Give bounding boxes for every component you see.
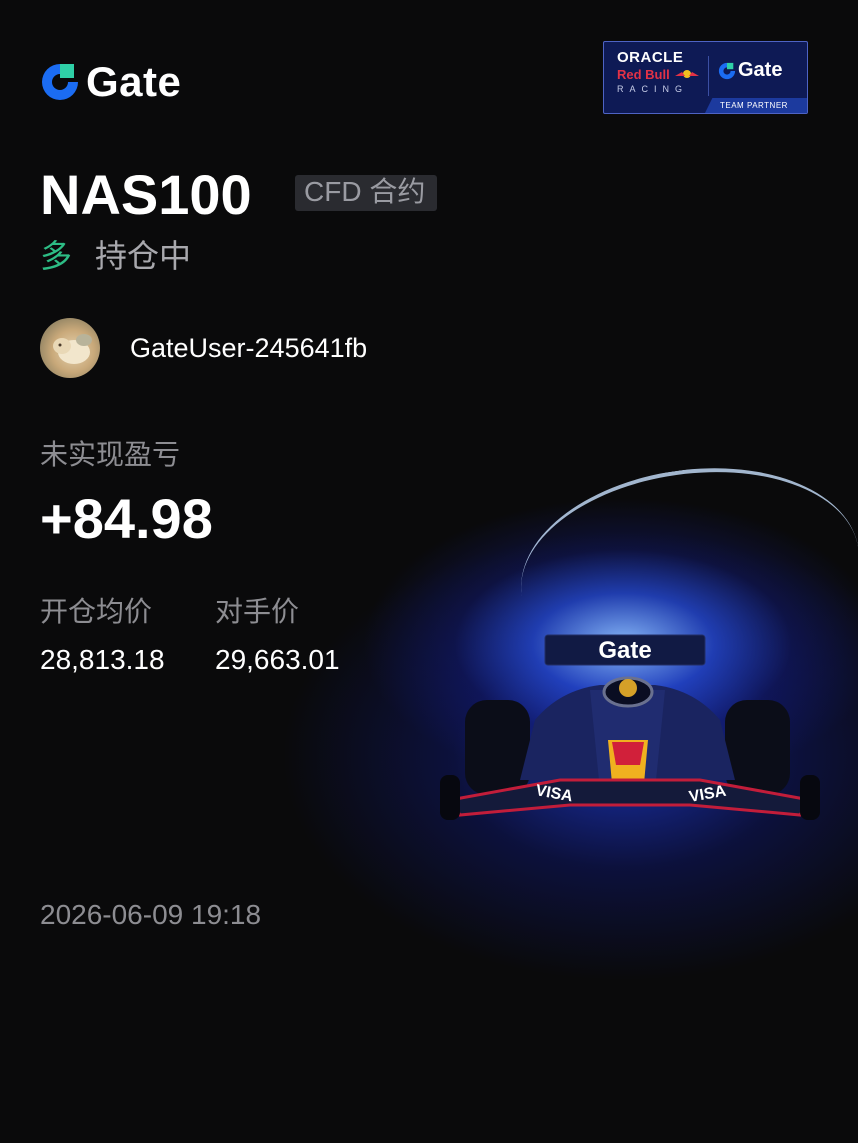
avatar xyxy=(40,318,100,378)
badge-oracle-text: ORACLE xyxy=(617,49,684,66)
entry-price-label: 开仓均价 xyxy=(40,596,153,627)
entry-price-value: 28,813.18 xyxy=(40,644,165,675)
pnl-value: +84.98 xyxy=(40,487,213,550)
position-status: 持仓中 xyxy=(95,238,192,274)
contract-tag: CFD 合约 xyxy=(304,176,426,207)
car-wing-logo: Gate xyxy=(598,637,651,664)
f1-car-image: Gate VISA VISA xyxy=(440,634,820,820)
badge-gate-icon xyxy=(718,62,736,79)
badge-divider xyxy=(708,56,709,96)
badge-partner-caption: TEAM PARTNER xyxy=(720,101,788,110)
avatar-photo-icon xyxy=(53,334,92,364)
brand-name: Gate xyxy=(86,58,182,105)
timestamp: 2026-06-09 19:18 xyxy=(40,899,262,930)
redbull-bull-icon xyxy=(675,70,699,78)
badge-gate-logo: Gate xyxy=(718,59,782,82)
pnl-label: 未实现盈亏 xyxy=(40,439,181,470)
position-symbol: NAS100 xyxy=(40,163,252,226)
gate-logo: Gate xyxy=(40,60,181,104)
gate-logo-icon xyxy=(42,64,78,100)
badge-gate-name: Gate xyxy=(738,59,783,81)
sponsor-badge: ORACLE Red Bull RACING Gate TEAM PARTNER xyxy=(603,41,808,114)
badge-racing-text: RACING xyxy=(617,84,689,94)
position-direction: 多 xyxy=(40,238,73,274)
mark-price-label: 对手价 xyxy=(215,596,300,627)
mark-price-value: 29,663.01 xyxy=(215,644,340,675)
username: GateUser-245641fb xyxy=(130,333,368,363)
badge-redbull-text: Red Bull xyxy=(617,67,670,82)
